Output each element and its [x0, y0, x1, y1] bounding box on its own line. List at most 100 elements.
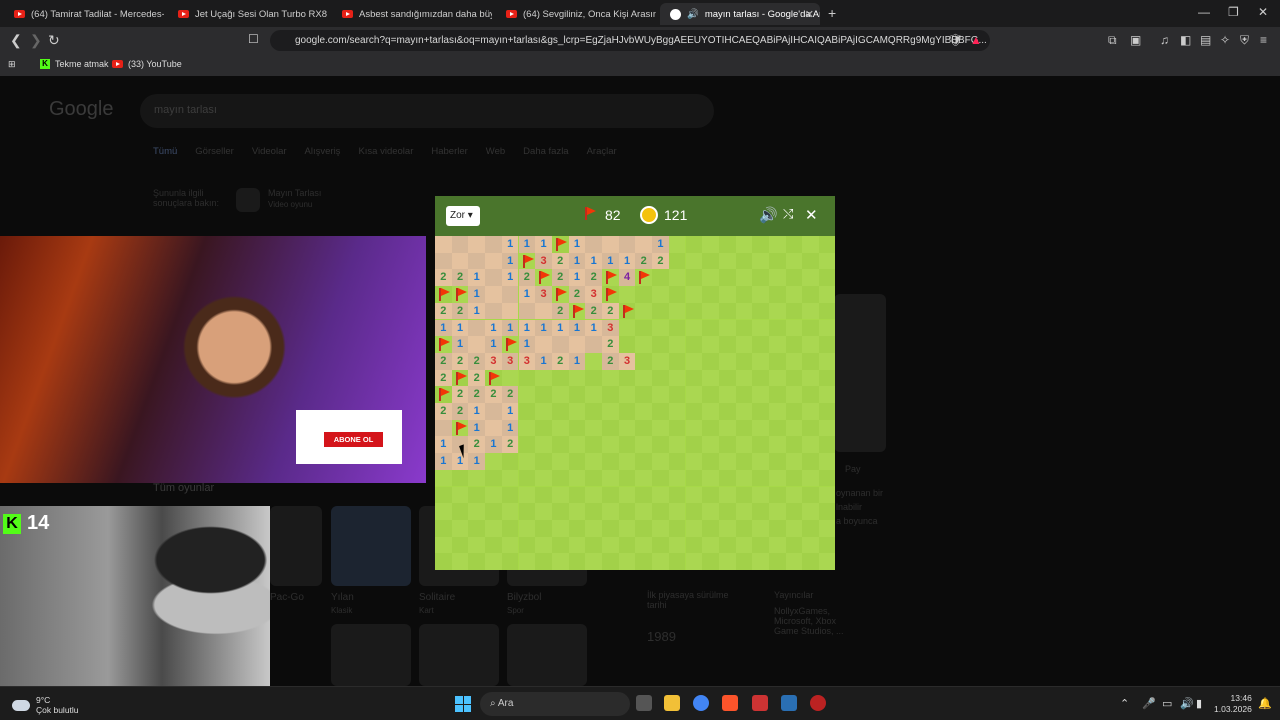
grass-cell[interactable]: [819, 236, 835, 253]
grass-cell[interactable]: [702, 236, 719, 253]
number-cell[interactable]: 1: [568, 319, 586, 337]
menu-icon[interactable]: ≡: [1260, 33, 1267, 47]
grass-cell[interactable]: [718, 336, 736, 353]
grass-cell[interactable]: [718, 403, 736, 420]
grass-cell[interactable]: [785, 236, 803, 253]
revealed-cell[interactable]: [551, 336, 569, 353]
grass-cell[interactable]: [785, 419, 803, 437]
grass-cell[interactable]: [635, 386, 653, 403]
grass-cell[interactable]: [602, 386, 619, 403]
grass-cell[interactable]: [518, 519, 536, 537]
grass-cell[interactable]: [501, 519, 519, 537]
grass-cell[interactable]: [635, 352, 653, 370]
grass-cell[interactable]: [618, 453, 636, 470]
flag-icon[interactable]: [568, 302, 586, 320]
grass-cell[interactable]: [702, 536, 719, 554]
grass-cell[interactable]: [568, 453, 586, 470]
grass-cell[interactable]: [685, 236, 703, 253]
grass-cell[interactable]: [535, 553, 552, 570]
revealed-cell[interactable]: [568, 336, 586, 353]
grass-cell[interactable]: [635, 319, 653, 337]
grass-cell[interactable]: [702, 336, 719, 353]
grass-cell[interactable]: [702, 453, 719, 470]
grass-cell[interactable]: [752, 469, 769, 487]
grass-cell[interactable]: [802, 469, 820, 487]
grass-cell[interactable]: [501, 369, 519, 387]
grass-cell[interactable]: [718, 319, 736, 337]
flag-icon[interactable]: [602, 286, 619, 303]
grass-cell[interactable]: [635, 536, 653, 554]
grass-cell[interactable]: [668, 403, 686, 420]
grass-cell[interactable]: [551, 503, 569, 520]
number-cell[interactable]: 2: [468, 386, 486, 403]
number-cell[interactable]: 1: [568, 252, 586, 270]
grass-cell[interactable]: [718, 386, 736, 403]
grass-cell[interactable]: [735, 252, 753, 270]
number-cell[interactable]: 1: [585, 319, 602, 337]
grass-cell[interactable]: [668, 352, 686, 370]
play-link[interactable]: Pay: [845, 464, 861, 474]
grass-cell[interactable]: [702, 519, 719, 537]
grass-cell[interactable]: [635, 469, 653, 487]
grass-cell[interactable]: [618, 403, 636, 420]
grass-cell[interactable]: [735, 352, 753, 370]
grass-cell[interactable]: [551, 469, 569, 487]
number-cell[interactable]: 1: [535, 352, 552, 370]
number-cell[interactable]: 3: [602, 319, 619, 337]
grass-cell[interactable]: [468, 519, 486, 537]
grass-cell[interactable]: [652, 503, 669, 520]
grass-cell[interactable]: [635, 503, 653, 520]
flag-icon[interactable]: [602, 269, 619, 287]
grass-cell[interactable]: [769, 336, 786, 353]
grass-cell[interactable]: [585, 519, 602, 537]
grass-cell[interactable]: [802, 336, 820, 353]
grass-cell[interactable]: [819, 503, 835, 520]
grass-cell[interactable]: [668, 286, 686, 303]
number-cell[interactable]: 1: [551, 319, 569, 337]
notification-icon[interactable]: 🔔: [1258, 697, 1272, 710]
grass-cell[interactable]: [468, 536, 486, 554]
battery-icon[interactable]: ▮: [1196, 697, 1202, 710]
number-cell[interactable]: 2: [451, 403, 469, 420]
close-window-button[interactable]: ✕: [1258, 5, 1268, 19]
grass-cell[interactable]: [702, 252, 719, 270]
grass-cell[interactable]: [769, 519, 786, 537]
grass-cell[interactable]: [451, 536, 469, 554]
revealed-cell[interactable]: [435, 236, 452, 253]
flag-icon[interactable]: [435, 286, 452, 303]
grass-cell[interactable]: [685, 319, 703, 337]
grass-cell[interactable]: [468, 469, 486, 487]
game-name[interactable]: Yılan: [331, 592, 354, 603]
mic-icon[interactable]: 🎤: [1142, 697, 1156, 710]
grass-cell[interactable]: [769, 453, 786, 470]
grass-cell[interactable]: [435, 503, 452, 520]
grass-cell[interactable]: [752, 286, 769, 303]
grass-cell[interactable]: [685, 503, 703, 520]
grass-cell[interactable]: [735, 336, 753, 353]
grass-cell[interactable]: [685, 469, 703, 487]
grass-cell[interactable]: [819, 336, 835, 353]
grass-cell[interactable]: [785, 369, 803, 387]
grass-cell[interactable]: [635, 453, 653, 470]
grass-cell[interactable]: [652, 403, 669, 420]
grass-cell[interactable]: [802, 236, 820, 253]
grass-cell[interactable]: [652, 302, 669, 320]
grass-cell[interactable]: [518, 386, 536, 403]
grass-cell[interactable]: [802, 319, 820, 337]
related-title[interactable]: Mayın Tarlası: [268, 188, 321, 198]
grass-cell[interactable]: [518, 553, 536, 570]
grass-cell[interactable]: [602, 503, 619, 520]
grass-cell[interactable]: [702, 403, 719, 420]
grass-cell[interactable]: [652, 269, 669, 287]
grass-cell[interactable]: [718, 252, 736, 270]
revealed-cell[interactable]: [485, 236, 502, 253]
number-cell[interactable]: 2: [435, 302, 452, 320]
grass-cell[interactable]: [518, 436, 536, 454]
grass-cell[interactable]: [618, 503, 636, 520]
weather-widget[interactable]: 9°C Çok bulutlu: [12, 695, 79, 715]
grass-cell[interactable]: [685, 302, 703, 320]
grass-cell[interactable]: [551, 386, 569, 403]
grass-cell[interactable]: [551, 436, 569, 454]
grass-cell[interactable]: [551, 486, 569, 504]
grass-cell[interactable]: [819, 553, 835, 570]
